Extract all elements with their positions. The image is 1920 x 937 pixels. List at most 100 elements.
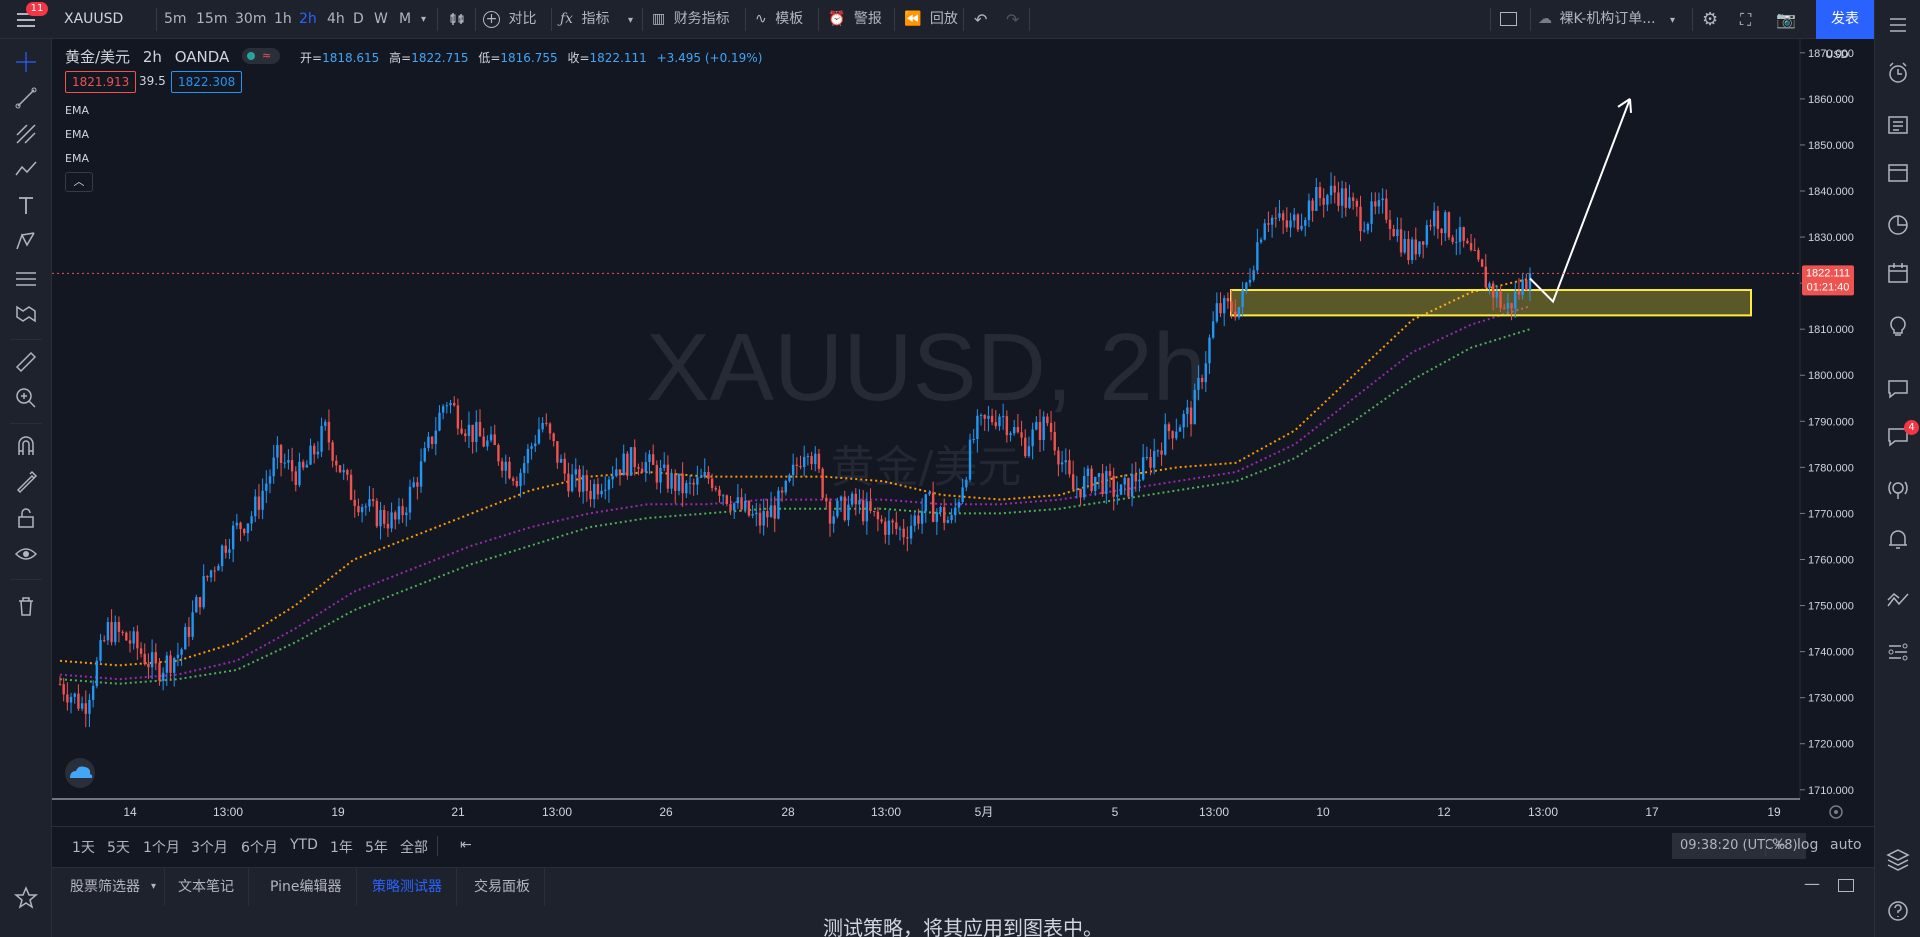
financials-button[interactable]: ▥ 财务指标 bbox=[652, 0, 730, 39]
candle-body bbox=[1396, 229, 1399, 236]
ema-legend-2[interactable]: EMA bbox=[65, 128, 89, 141]
candle-body bbox=[806, 456, 810, 458]
ideas-bulb-icon[interactable] bbox=[1885, 312, 1911, 338]
range-5d[interactable]: 5天 bbox=[107, 837, 130, 857]
layout-selector[interactable]: ☁ 裸K-机构订单... ▾ bbox=[1538, 0, 1675, 39]
interval-15m[interactable]: 15m bbox=[196, 0, 227, 39]
percent-toggle[interactable]: % bbox=[1772, 837, 1785, 853]
sell-price-box[interactable]: 1821.913 bbox=[65, 71, 137, 93]
range-all[interactable]: 全部 bbox=[400, 837, 428, 857]
tab-stock-screener[interactable]: 股票筛选器 ▾ bbox=[56, 868, 165, 906]
indicators-button[interactable]: ƒx 指标 ▾ bbox=[560, 0, 633, 39]
range-3m[interactable]: 3个月 bbox=[191, 837, 228, 857]
pitchfork-icon[interactable] bbox=[13, 121, 39, 147]
buy-price-box[interactable]: 1822.308 bbox=[171, 71, 243, 93]
candle-body bbox=[747, 500, 751, 516]
range-ytd[interactable]: YTD bbox=[290, 837, 318, 853]
ema-legend-1[interactable]: EMA bbox=[65, 104, 89, 117]
crosshair-icon[interactable] bbox=[13, 49, 39, 75]
tab-strategy-tester[interactable]: 策略测试器 bbox=[358, 868, 457, 906]
data-window-icon[interactable] bbox=[1885, 160, 1911, 186]
clock[interactable]: 09:38:20 (UTC+8) bbox=[1672, 833, 1806, 859]
candle-body bbox=[136, 631, 139, 649]
streams-icon[interactable] bbox=[1885, 476, 1911, 502]
interval-2h[interactable]: 2h bbox=[299, 0, 317, 39]
chart-style-icon[interactable] bbox=[449, 0, 467, 39]
xabcd-icon[interactable] bbox=[13, 229, 39, 255]
cloud-logo-icon[interactable] bbox=[65, 758, 95, 788]
star-icon[interactable] bbox=[13, 885, 39, 911]
prediction-icon[interactable] bbox=[13, 265, 39, 291]
range-1m[interactable]: 1个月 bbox=[143, 837, 180, 857]
drawing-mode-icon[interactable] bbox=[13, 469, 39, 495]
market-status-pill[interactable]: ≈ bbox=[242, 48, 280, 64]
news-icon[interactable] bbox=[1885, 112, 1911, 138]
auto-toggle[interactable]: auto bbox=[1830, 837, 1862, 853]
trading-icon[interactable] bbox=[1885, 588, 1911, 614]
lock-icon[interactable] bbox=[13, 505, 39, 531]
chats-icon[interactable] bbox=[1885, 376, 1911, 402]
camera-icon[interactable]: 📷 bbox=[1776, 0, 1796, 39]
layers-icon[interactable] bbox=[1885, 846, 1911, 872]
publish-button[interactable]: 发表 bbox=[1816, 0, 1874, 39]
candle-body bbox=[1175, 431, 1178, 439]
settings-gear-icon[interactable]: ⚙ bbox=[1702, 0, 1718, 39]
tab-text-notes[interactable]: 文本笔记 bbox=[164, 868, 249, 906]
icons-tool-icon[interactable] bbox=[13, 301, 39, 327]
replay-button[interactable]: ⏪ 回放 bbox=[904, 0, 958, 39]
interval-d[interactable]: D bbox=[353, 0, 364, 39]
menu-button[interactable]: 11 bbox=[0, 0, 52, 39]
collapse-legend-button[interactable]: ︿ bbox=[65, 172, 93, 192]
pattern-icon[interactable] bbox=[13, 157, 39, 183]
range-5y[interactable]: 5年 bbox=[365, 837, 388, 857]
zoom-in-icon[interactable] bbox=[13, 385, 39, 411]
candle-body bbox=[1403, 238, 1406, 253]
notifications-bell-icon[interactable] bbox=[1885, 526, 1911, 552]
alert-button[interactable]: ⏰ 警报 bbox=[828, 0, 882, 39]
templates-button[interactable]: ∿ 模板 bbox=[755, 0, 803, 39]
interval-4h[interactable]: 4h bbox=[327, 0, 345, 39]
tab-trading-panel[interactable]: 交易面板 bbox=[460, 868, 545, 906]
interval-m[interactable]: M bbox=[399, 0, 411, 39]
magnet-icon[interactable] bbox=[13, 433, 39, 459]
price-chart[interactable]: XAUUSD, 2h 黄金/美元 1710.000 1720.000 1730.00… bbox=[0, 0, 1874, 826]
interval-30m[interactable]: 30m bbox=[235, 0, 266, 39]
zone[interactable] bbox=[1230, 289, 1752, 317]
tab-pine-editor[interactable]: Pine编辑器 bbox=[256, 868, 357, 906]
help-icon[interactable] bbox=[1885, 898, 1911, 924]
range-1d[interactable]: 1天 bbox=[72, 837, 95, 857]
redo-icon[interactable]: ↷ bbox=[1006, 0, 1019, 39]
trendline-icon[interactable] bbox=[13, 85, 39, 111]
ema-legend-3[interactable]: EMA bbox=[65, 152, 89, 165]
calendar-icon[interactable] bbox=[1885, 260, 1911, 286]
candle-body bbox=[1455, 241, 1458, 243]
log-toggle[interactable]: log bbox=[1797, 837, 1818, 853]
bar-chart-icon: ▥ bbox=[652, 11, 666, 27]
maximize-panel-icon[interactable] bbox=[1838, 879, 1854, 892]
symbol-search[interactable]: XAUUSD bbox=[64, 0, 123, 39]
range-6m[interactable]: 6个月 bbox=[241, 837, 278, 857]
range-1y[interactable]: 1年 bbox=[330, 837, 353, 857]
fullscreen-icon[interactable]: ⛶ bbox=[1740, 0, 1751, 39]
candle-body bbox=[434, 430, 437, 444]
alerts-clock-icon[interactable] bbox=[1885, 60, 1911, 86]
fullscreen-layout-icon[interactable] bbox=[1500, 0, 1517, 39]
eye-icon[interactable] bbox=[13, 541, 39, 567]
compare-button[interactable]: + 对比 bbox=[483, 0, 536, 39]
interval-w[interactable]: W bbox=[374, 0, 388, 39]
interval-dropdown-icon[interactable]: ▾ bbox=[421, 0, 426, 39]
minimize-panel-icon[interactable]: — bbox=[1804, 874, 1820, 893]
interval-1h[interactable]: 1h bbox=[274, 0, 292, 39]
trash-icon[interactable] bbox=[13, 593, 39, 619]
ruler-icon[interactable] bbox=[13, 349, 39, 375]
text-tool-icon[interactable] bbox=[13, 193, 39, 219]
candle-body bbox=[710, 478, 714, 488]
goto-date-icon[interactable]: ⇤ bbox=[460, 837, 472, 853]
watchlist-icon[interactable] bbox=[1885, 12, 1911, 38]
hotlist-icon[interactable] bbox=[1885, 212, 1911, 238]
interval-5m[interactable]: 5m bbox=[164, 0, 187, 39]
dom-icon[interactable] bbox=[1885, 638, 1911, 664]
chart-legend-title[interactable]: 黄金/美元 2h OANDA bbox=[65, 46, 229, 67]
time-axis[interactable] bbox=[52, 799, 1874, 826]
undo-icon[interactable]: ↶ bbox=[974, 0, 987, 39]
